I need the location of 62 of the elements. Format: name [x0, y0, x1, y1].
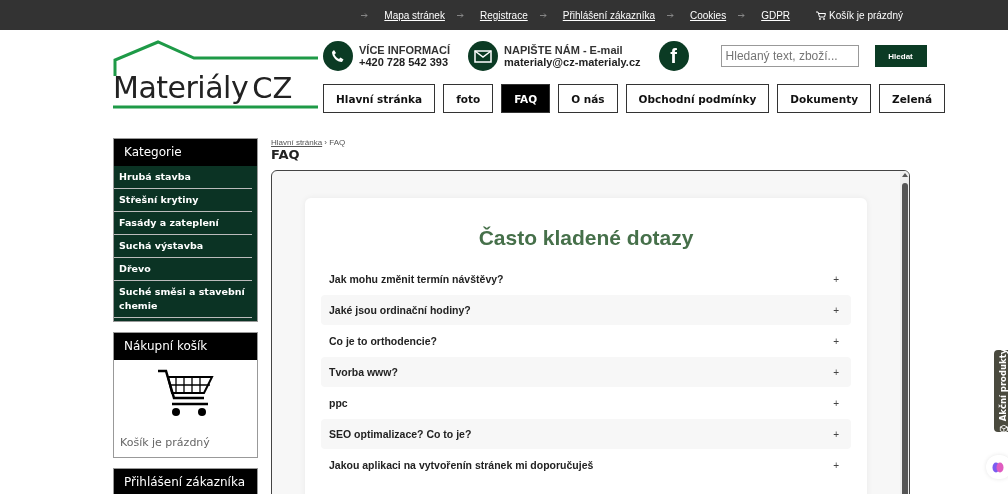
nav-tab[interactable]: foto	[443, 84, 494, 113]
panel-title: Nákupní košík	[114, 333, 257, 360]
nav-tab[interactable]: Obchodní podmínky	[625, 84, 770, 113]
side-tab-label: Akční produkty	[998, 348, 1008, 422]
envelope-icon	[468, 41, 499, 71]
cube-icon	[998, 424, 1008, 434]
contact-title: NAPIŠTE NÁM - E-mail	[504, 44, 624, 56]
arrow-icon	[456, 12, 464, 18]
panel-title: Kategorie	[114, 139, 257, 166]
expand-button[interactable]: +	[829, 304, 843, 316]
arrow-icon	[738, 12, 746, 18]
nav-tab[interactable]: Zelená	[879, 84, 946, 113]
expand-button[interactable]: +	[829, 273, 843, 285]
faq-item[interactable]: Jaké jsou ordinační hodiny? +	[321, 295, 851, 325]
category-link[interactable]: Hrubá stavba	[114, 166, 252, 189]
category-link[interactable]: Střešní krytiny	[114, 189, 252, 212]
top-link[interactable]: GDPR	[761, 9, 791, 21]
scrollbar[interactable]	[900, 171, 909, 494]
top-link[interactable]: Přihlášení zákazníka	[562, 9, 655, 21]
faq-item[interactable]: Tvorba www? +	[321, 357, 851, 387]
breadcrumb-link[interactable]: Hlavní stránka	[271, 138, 323, 147]
nav-tab[interactable]: FAQ	[501, 84, 551, 113]
breadcrumb-separator: ›	[323, 138, 329, 147]
logo[interactable]: Materiály CZ	[113, 70, 318, 105]
scroll-up-icon	[901, 173, 908, 177]
faq-title: Často kladené dotazy	[477, 226, 695, 250]
expand-button[interactable]: +	[829, 366, 843, 378]
page-title: FAQ	[271, 147, 301, 162]
scrollbar-thumb[interactable]	[901, 183, 908, 494]
side-tab[interactable]: Akční produkty	[994, 350, 1008, 432]
category-link[interactable]: Dřevo	[114, 258, 252, 281]
top-link[interactable]: Mapa stránek	[384, 9, 445, 21]
nav-tab[interactable]: O nás	[558, 84, 618, 113]
contact-value[interactable]: materialy@cz-materialy.cz	[504, 56, 641, 68]
search-button[interactable]: Hledat	[874, 45, 927, 67]
expand-button[interactable]: +	[829, 459, 843, 471]
breadcrumb-current: FAQ	[329, 138, 346, 147]
faq-item[interactable]: SEO optimalizace? Co to je? +	[321, 419, 851, 449]
facebook-icon[interactable]: f	[658, 41, 689, 71]
top-link[interactable]: Cookies	[690, 9, 727, 21]
arrow-icon	[539, 12, 547, 18]
phone-icon	[323, 41, 353, 71]
shopping-cart-icon	[155, 368, 216, 418]
contact-title: VÍCE INFORMACÍ	[359, 44, 451, 56]
cart-empty-text: Košík je prázdný	[120, 436, 210, 449]
search-field[interactable]: Hledaný text, zboží...	[720, 45, 859, 67]
top-link[interactable]: Registrace	[479, 9, 528, 21]
chat-bubble[interactable]	[986, 455, 1008, 479]
category-link[interactable]: Suché směsi a stavební chemie	[114, 281, 252, 318]
panel-title: Přihlášení zákazníka	[114, 469, 257, 494]
cart-icon	[816, 10, 827, 20]
expand-button[interactable]: +	[829, 428, 843, 440]
category-link[interactable]: Fasády a zateplení	[114, 212, 252, 235]
brain-icon	[992, 461, 1004, 473]
expand-button[interactable]: +	[829, 397, 843, 409]
expand-button[interactable]: +	[829, 335, 843, 347]
nav-tab[interactable]: Hlavní stránka	[323, 84, 436, 113]
nav-tab[interactable]: Dokumenty	[777, 84, 872, 113]
contact-value[interactable]: +420 728 542 393	[359, 56, 451, 68]
arrow-icon	[667, 12, 674, 18]
category-link[interactable]: Suchá výstavba	[114, 235, 252, 258]
arrow-icon	[361, 12, 369, 18]
